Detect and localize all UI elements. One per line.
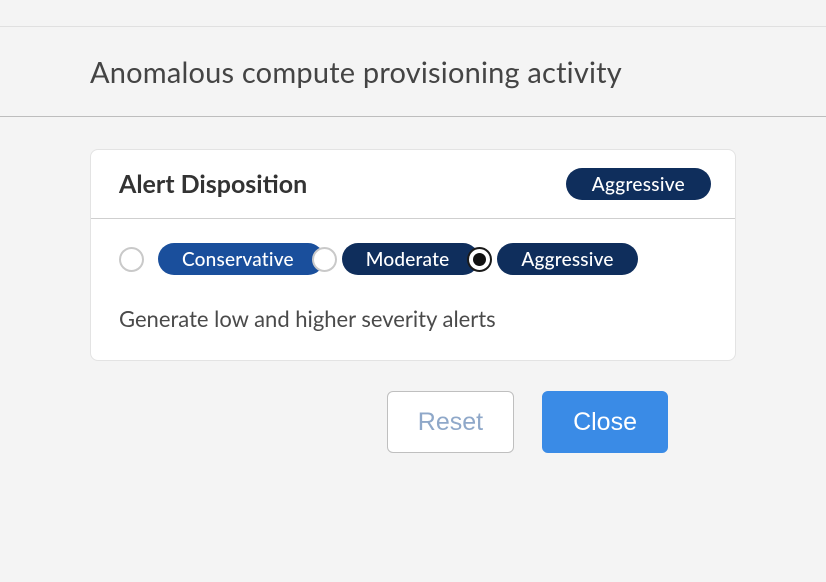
card-body: Conservative Moderate Aggressive Generat… bbox=[91, 219, 735, 360]
radio-moderate[interactable] bbox=[467, 247, 492, 272]
dialog-actions: Reset Close bbox=[90, 361, 736, 453]
page-title-row: Anomalous compute provisioning activity bbox=[0, 27, 826, 117]
reset-button[interactable]: Reset bbox=[387, 391, 514, 453]
option-conservative-label: Conservative bbox=[158, 243, 324, 275]
radio-moderate-left[interactable] bbox=[312, 247, 337, 272]
card-header: Alert Disposition Aggressive bbox=[91, 150, 735, 219]
disposition-options: Conservative Moderate Aggressive bbox=[119, 243, 711, 275]
option-conservative[interactable]: Conservative bbox=[158, 243, 324, 275]
option-moderate-label: Moderate bbox=[342, 243, 480, 275]
alert-disposition-card: Alert Disposition Aggressive Conservativ… bbox=[90, 149, 736, 361]
content-area: Alert Disposition Aggressive Conservativ… bbox=[0, 117, 826, 453]
page-title: Anomalous compute provisioning activity bbox=[90, 55, 826, 90]
radio-conservative[interactable] bbox=[119, 247, 144, 272]
close-button[interactable]: Close bbox=[542, 391, 668, 453]
card-heading: Alert Disposition bbox=[119, 169, 307, 199]
option-aggressive[interactable]: Aggressive bbox=[497, 243, 637, 275]
disposition-helper-text: Generate low and higher severity alerts bbox=[119, 305, 711, 332]
top-bar bbox=[0, 0, 826, 27]
option-moderate[interactable]: Moderate bbox=[342, 243, 480, 275]
current-disposition-badge: Aggressive bbox=[566, 168, 711, 200]
